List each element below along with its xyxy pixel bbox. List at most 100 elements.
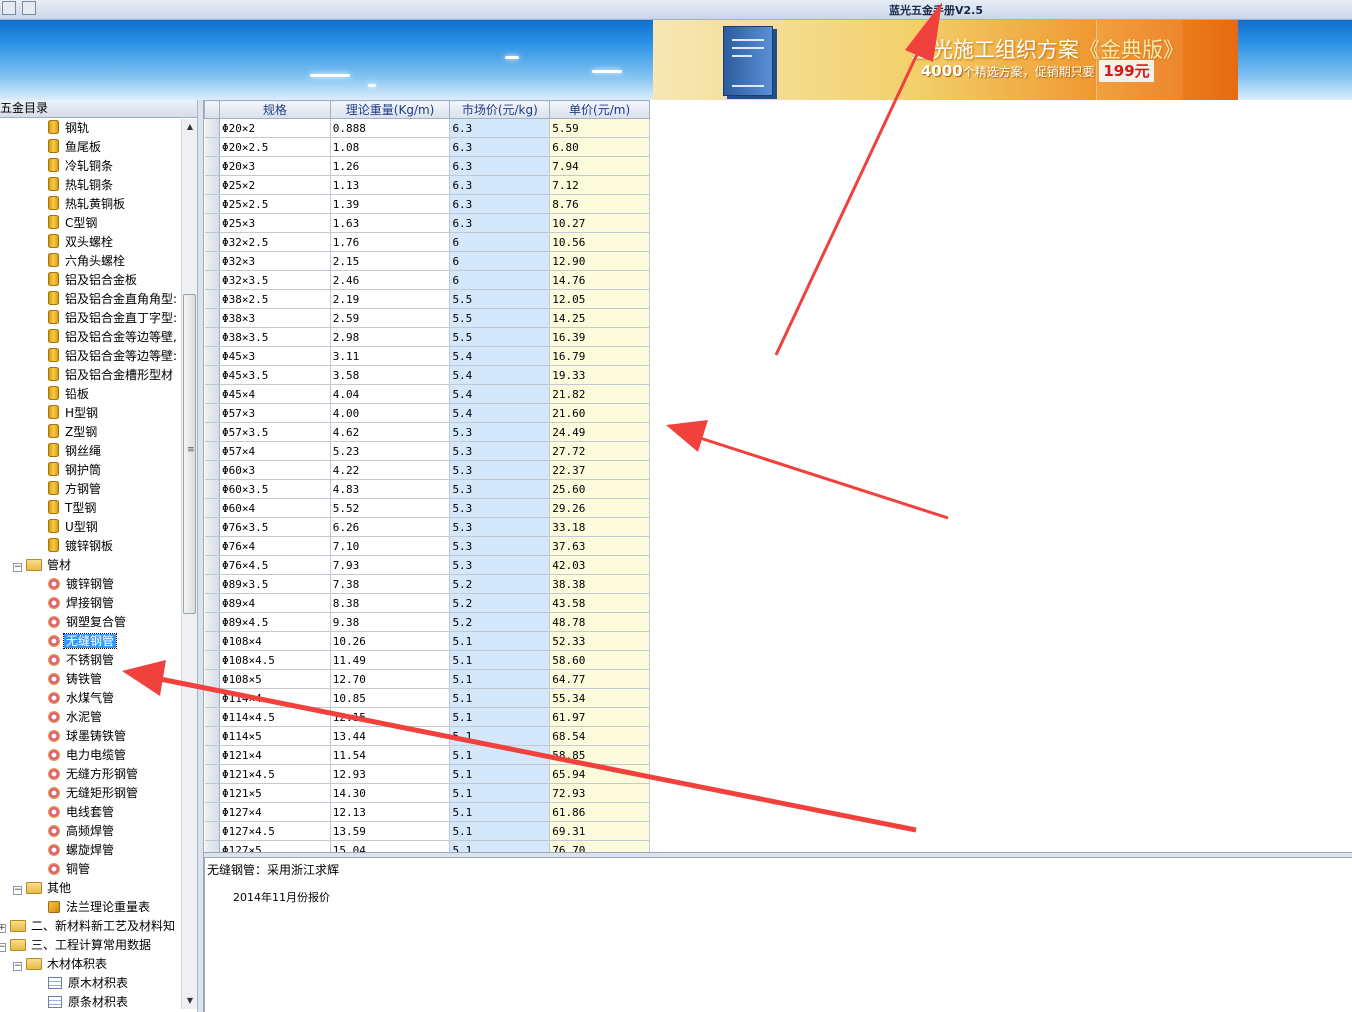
cell-spec[interactable]: Φ57×4: [219, 441, 331, 461]
cell-market-price[interactable]: 5.2: [449, 574, 551, 594]
table-row[interactable]: Φ60×3.5 4.83 5.3 25.60: [204, 479, 650, 499]
row-indicator[interactable]: [204, 251, 220, 271]
table-row[interactable]: Φ60×4 5.52 5.3 29.26: [204, 498, 650, 518]
cell-weight[interactable]: 10.85: [330, 688, 451, 708]
cell-spec[interactable]: Φ20×2.5: [219, 137, 331, 157]
cell-market-price[interactable]: 5.4: [449, 403, 551, 423]
cell-market-price[interactable]: 5.4: [449, 384, 551, 404]
cell-spec[interactable]: Φ121×5: [219, 783, 331, 803]
catalog-tree[interactable]: 钢轨 鱼尾板 冷轧铜条 热轧铜条 热轧黄铜板 C型钢 双头螺栓 六角头螺栓 铝及铝合金板 铝及铝合…: [0, 119, 181, 1009]
cell-weight[interactable]: 4.04: [330, 384, 451, 404]
cell-weight[interactable]: 4.22: [330, 460, 451, 480]
cell-weight[interactable]: 10.26: [330, 631, 451, 651]
cell-unit-price[interactable]: 65.94: [549, 764, 650, 784]
cell-market-price[interactable]: 5.1: [449, 783, 551, 803]
table-row[interactable]: Φ76×3.5 6.26 5.3 33.18: [204, 517, 650, 537]
tree-scrollbar[interactable]: ▲ ≡ ▼: [181, 119, 197, 1009]
scroll-down-arrow-icon[interactable]: ▼: [182, 993, 198, 1009]
cell-unit-price[interactable]: 25.60: [549, 479, 650, 499]
cell-market-price[interactable]: 6.3: [449, 156, 551, 176]
cell-weight[interactable]: 15.04: [330, 840, 451, 852]
row-indicator[interactable]: [204, 156, 220, 176]
row-indicator[interactable]: [204, 764, 220, 784]
cell-unit-price[interactable]: 38.38: [549, 574, 650, 594]
cell-spec[interactable]: Φ25×2: [219, 175, 331, 195]
cell-unit-price[interactable]: 37.63: [549, 536, 650, 556]
tree-item[interactable]: − 其他: [13, 879, 73, 898]
row-indicator[interactable]: [204, 669, 220, 689]
cell-market-price[interactable]: 5.1: [449, 745, 551, 765]
cell-weight[interactable]: 7.10: [330, 536, 451, 556]
cell-spec[interactable]: Φ38×3: [219, 308, 331, 328]
row-indicator[interactable]: [204, 137, 220, 157]
tree-item[interactable]: 镀锌钢管: [48, 575, 116, 594]
row-indicator[interactable]: [204, 650, 220, 670]
tree-item[interactable]: 水煤气管: [48, 689, 116, 708]
data-grid[interactable]: 规格 理论重量(Kg/m) 市场价(元/kg) 单价(元/m) Φ20×2 0.8…: [204, 100, 650, 852]
cell-market-price[interactable]: 5.1: [449, 840, 551, 852]
cell-spec[interactable]: Φ76×3.5: [219, 517, 331, 537]
cell-spec[interactable]: Φ32×3: [219, 251, 331, 271]
table-row[interactable]: Φ38×3.5 2.98 5.5 16.39: [204, 327, 650, 347]
table-row[interactable]: Φ60×3 4.22 5.3 22.37: [204, 460, 650, 480]
cell-weight[interactable]: 9.38: [330, 612, 451, 632]
row-indicator[interactable]: [204, 688, 220, 708]
cell-spec[interactable]: Φ32×2.5: [219, 232, 331, 252]
cell-unit-price[interactable]: 55.34: [549, 688, 650, 708]
table-row[interactable]: Φ89×4 8.38 5.2 43.58: [204, 593, 650, 613]
cell-market-price[interactable]: 5.1: [449, 802, 551, 822]
row-indicator[interactable]: [204, 194, 220, 214]
cell-weight[interactable]: 11.49: [330, 650, 451, 670]
table-row[interactable]: Φ76×4.5 7.93 5.3 42.03: [204, 555, 650, 575]
cell-spec[interactable]: Φ45×4: [219, 384, 331, 404]
table-row[interactable]: Φ89×3.5 7.38 5.2 38.38: [204, 574, 650, 594]
table-row[interactable]: Φ32×2.5 1.76 6 10.56: [204, 232, 650, 252]
column-header-unit-price[interactable]: 单价(元/m): [549, 100, 650, 119]
table-row[interactable]: Φ76×4 7.10 5.3 37.63: [204, 536, 650, 556]
table-row[interactable]: Φ121×4.5 12.93 5.1 65.94: [204, 764, 650, 784]
cell-market-price[interactable]: 5.1: [449, 707, 551, 727]
expand-icon[interactable]: +: [0, 924, 6, 933]
cell-unit-price[interactable]: 12.05: [549, 289, 650, 309]
tree-item[interactable]: 铅板: [48, 385, 91, 404]
cell-spec[interactable]: Φ38×3.5: [219, 327, 331, 347]
cell-spec[interactable]: Φ121×4.5: [219, 764, 331, 784]
row-indicator[interactable]: [204, 441, 220, 461]
table-row[interactable]: Φ45×3.5 3.58 5.4 19.33: [204, 365, 650, 385]
tree-item[interactable]: 无缝方形钢管: [48, 765, 140, 784]
tree-item[interactable]: 铝及铝合金板: [48, 271, 139, 290]
cell-market-price[interactable]: 6.3: [449, 137, 551, 157]
row-indicator[interactable]: [204, 289, 220, 309]
cell-spec[interactable]: Φ76×4.5: [219, 555, 331, 575]
cell-unit-price[interactable]: 10.27: [549, 213, 650, 233]
cell-unit-price[interactable]: 7.12: [549, 175, 650, 195]
tree-item[interactable]: 方钢管: [48, 480, 103, 499]
row-indicator[interactable]: [204, 213, 220, 233]
cell-weight[interactable]: 2.19: [330, 289, 451, 309]
tree-item[interactable]: + 二、新材料新工艺及材料知: [0, 917, 177, 936]
cell-market-price[interactable]: 5.3: [449, 460, 551, 480]
cell-unit-price[interactable]: 21.60: [549, 403, 650, 423]
cell-unit-price[interactable]: 22.37: [549, 460, 650, 480]
cell-market-price[interactable]: 5.5: [449, 308, 551, 328]
row-indicator[interactable]: [204, 384, 220, 404]
row-indicator[interactable]: [204, 593, 220, 613]
row-indicator[interactable]: [204, 422, 220, 442]
table-row[interactable]: Φ108×4.5 11.49 5.1 58.60: [204, 650, 650, 670]
cell-market-price[interactable]: 5.5: [449, 327, 551, 347]
advertisement-banner[interactable]: 蓝光施工组织方案《金典版》 4000个精选方案，促销期只要 199元: [653, 20, 1238, 100]
cell-spec[interactable]: Φ57×3.5: [219, 422, 331, 442]
cell-unit-price[interactable]: 19.33: [549, 365, 650, 385]
cell-unit-price[interactable]: 27.72: [549, 441, 650, 461]
table-row[interactable]: Φ20×3 1.26 6.3 7.94: [204, 156, 650, 176]
cell-unit-price[interactable]: 48.78: [549, 612, 650, 632]
cell-weight[interactable]: 2.15: [330, 251, 451, 271]
tree-item[interactable]: 钢护筒: [48, 461, 103, 480]
table-row[interactable]: Φ57×4 5.23 5.3 27.72: [204, 441, 650, 461]
collapse-icon[interactable]: −: [0, 943, 6, 952]
cell-spec[interactable]: Φ114×4.5: [219, 707, 331, 727]
table-row[interactable]: Φ38×3 2.59 5.5 14.25: [204, 308, 650, 328]
cell-weight[interactable]: 4.83: [330, 479, 451, 499]
cell-market-price[interactable]: 5.1: [449, 726, 551, 746]
row-indicator[interactable]: [204, 707, 220, 727]
